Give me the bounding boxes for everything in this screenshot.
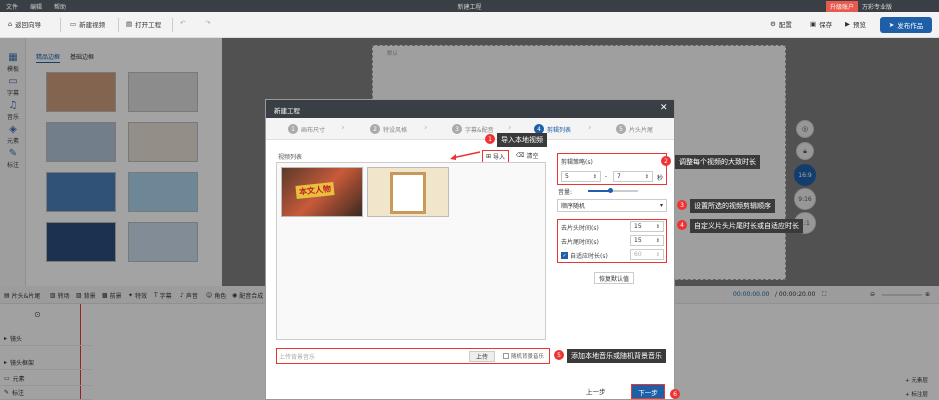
bgm-input[interactable]: 上传背景音乐: [279, 352, 315, 361]
trim-box: 去片头时间(s) 15 ⇕ 去片尾时间(s) 15 ⇕ ✓ 自适应时长(s) 60 ⇕: [557, 219, 667, 263]
clip-max-input[interactable]: 7 ⇕: [613, 171, 653, 182]
volume-slider[interactable]: [588, 188, 638, 193]
video-list-label: 视频列表: [278, 154, 303, 161]
stepper-icon[interactable]: ⇕: [656, 224, 660, 230]
video-thumb[interactable]: 本文人物: [281, 167, 363, 217]
main-toolbar: ⌂ 返回向导 ▭ 新建视频 ▤ 打开工程 ↶ ↷ ⚙ 配置 ▣ 保存 ▶ 预览 ➤ 发布作品: [0, 12, 939, 38]
stepper-icon[interactable]: ⇕: [645, 174, 649, 180]
random-bgm-checkbox[interactable]: [503, 353, 509, 359]
chevron-right-icon: ›: [588, 123, 592, 133]
stepper-icon[interactable]: ⇕: [656, 252, 660, 258]
window-title: 新建工程: [457, 4, 482, 11]
video-list: 本文人物: [276, 162, 546, 340]
next-button[interactable]: 下一步: [631, 384, 665, 399]
annotation-marker-5: 5: [554, 350, 564, 360]
publish-icon: ➤: [888, 21, 895, 29]
modal-overlay-left: [0, 38, 222, 400]
reset-defaults-button[interactable]: 恢复默认值: [594, 272, 634, 284]
stepper-icon[interactable]: ⇕: [656, 238, 660, 244]
upgrade-badge[interactable]: 升级账户: [826, 1, 859, 12]
save-icon: ▣: [810, 20, 817, 28]
dialog-title: 新建工程: [266, 100, 674, 118]
step-style[interactable]: 2 特设风格: [370, 124, 407, 134]
volume-thumb[interactable]: [608, 188, 613, 193]
chevron-right-icon: ›: [508, 123, 512, 133]
adaptive-option[interactable]: ✓ 自适应时长(s): [561, 251, 608, 260]
tail-time-input[interactable]: 15 ⇕: [630, 235, 664, 246]
annotation-marker-1: 1: [485, 134, 495, 144]
seconds-unit: 秒: [657, 175, 664, 182]
clip-strategy-label: 剪辑策略(s): [561, 159, 593, 166]
head-time-input[interactable]: 15 ⇕: [630, 221, 664, 232]
clear-button[interactable]: ⌫ 清空: [516, 151, 539, 160]
toolbar-divider: [118, 18, 119, 32]
redo-icon[interactable]: ↷: [205, 19, 210, 27]
head-time-label: 去片头时间(s): [561, 225, 599, 232]
range-dash: -: [605, 173, 608, 180]
video-thumb[interactable]: [367, 167, 449, 217]
annotation-label-2: 调整每个视频的大致时长: [675, 155, 760, 169]
annotation-arrow: [450, 151, 481, 160]
preview-icon: ▶: [845, 20, 850, 28]
title-bar: 文件 编辑 帮助 新建工程 升级账户 万彩专业版: [0, 0, 939, 12]
save-button[interactable]: ▣ 保存: [810, 19, 832, 29]
toolbar-divider: [60, 18, 61, 32]
publish-button[interactable]: ➤ 发布作品: [880, 17, 932, 33]
annotation-label-1: 导入本地视频: [497, 133, 547, 147]
volume-fill: [588, 190, 610, 192]
chevron-right-icon: ›: [341, 123, 345, 133]
preview-button[interactable]: ▶ 预览: [845, 19, 866, 29]
random-bgm-option[interactable]: 随机背景音乐: [503, 352, 544, 360]
stepper-icon[interactable]: ⇕: [593, 174, 597, 180]
gear-icon: ⚙: [770, 20, 776, 28]
volume-label: 音量:: [558, 189, 573, 196]
adaptive-time-input[interactable]: 60 ⇕: [630, 249, 664, 260]
annotation-marker-2: 2: [661, 156, 671, 166]
clip-min-input[interactable]: 5 ⇕: [561, 171, 601, 182]
step-intro-outro[interactable]: 5 片头片尾: [616, 124, 653, 134]
new-video-button[interactable]: ▭ 新建视频: [70, 19, 105, 29]
bgm-upload-row: 上传背景音乐 上传 随机背景音乐: [276, 348, 550, 364]
close-icon[interactable]: ✕: [660, 103, 668, 113]
chevron-right-icon: ›: [424, 123, 428, 133]
folder-icon: ▤: [126, 20, 133, 28]
annotation-marker-6: 6: [670, 389, 680, 399]
annotation-marker-4: 4: [677, 220, 687, 230]
chevron-down-icon: ▾: [659, 202, 663, 209]
wizard-steps: 1 画布尺寸 › 2 特设风格 › 3 字幕&配音 › 4 剪辑列表 › 5 片头片尾: [266, 118, 674, 140]
wizard-button[interactable]: ⌂ 返回向导: [8, 19, 41, 29]
account-label[interactable]: 万彩专业版: [862, 2, 892, 11]
scroll-frame: [390, 172, 426, 214]
toolbar-divider: [172, 18, 173, 32]
annotation-label-4: 自定义片头片尾时长或自适应时长: [690, 219, 803, 233]
prev-button[interactable]: 上一步: [586, 386, 606, 396]
import-icon: ⊞: [486, 153, 492, 160]
step-canvas-size[interactable]: 1 画布尺寸: [288, 124, 325, 134]
new-file-icon: ▭: [70, 20, 77, 28]
thumb-title: 本文人物: [295, 182, 335, 199]
annotation-marker-3: 3: [677, 200, 687, 210]
broom-icon: ⌫: [516, 152, 525, 159]
clip-order-select[interactable]: 顺序随机 ▾: [557, 199, 667, 212]
annotation-label-5: 添加本地音乐或随机背景音乐: [567, 349, 666, 363]
upload-button[interactable]: 上传: [469, 351, 495, 362]
home-icon: ⌂: [8, 20, 13, 28]
adaptive-checkbox[interactable]: ✓: [561, 252, 568, 259]
clip-strategy-box: 剪辑策略(s) 5 ⇕ - 7 ⇕ 秒: [557, 153, 667, 185]
annotation-label-3: 设置所选的视频剪辑顺序: [690, 199, 775, 213]
step-subtitle-voice[interactable]: 3 字幕&配音: [452, 124, 494, 134]
undo-icon[interactable]: ↶: [180, 19, 185, 27]
tail-time-label: 去片尾时间(s): [561, 239, 599, 246]
open-project-button[interactable]: ▤ 打开工程: [126, 19, 161, 29]
settings-button[interactable]: ⚙ 配置: [770, 19, 792, 29]
